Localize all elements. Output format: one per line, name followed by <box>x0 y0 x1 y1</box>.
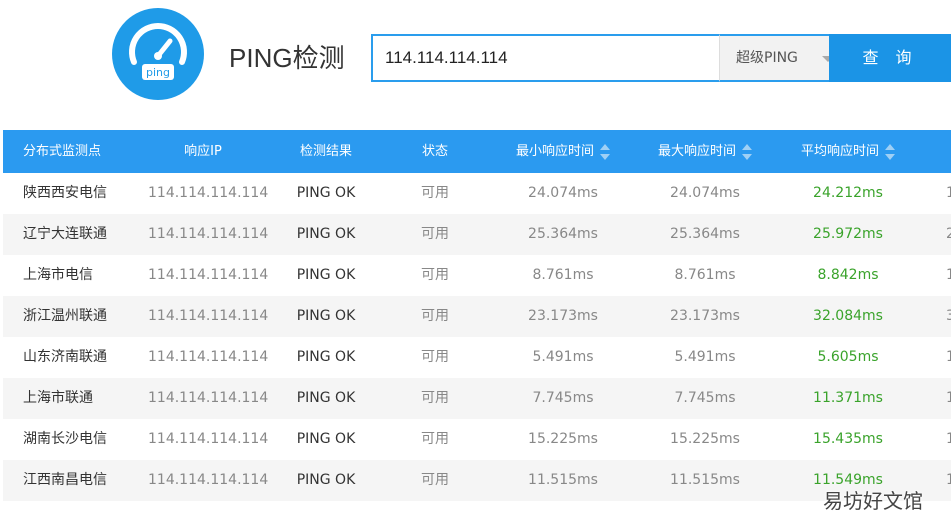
cell-avg-time: 24.212ms <box>813 185 883 201</box>
cell-max-time: 5.491ms <box>674 349 736 365</box>
cell-status: 可用 <box>421 185 449 201</box>
table-row: 上海市联通 114.114.114.114 PING OK 可用 7.745ms… <box>3 378 951 419</box>
cell-location: 浙江温州联通 <box>23 308 107 324</box>
search-input[interactable]: 114.114.114.114 <box>371 34 732 82</box>
cell-result: PING OK <box>296 267 356 283</box>
cell-ip: 114.114.114.114 <box>148 349 269 365</box>
cell-max-time: 23.173ms <box>670 308 740 324</box>
page-title: PING检测 <box>229 43 345 73</box>
cell-location: 上海市电信 <box>23 267 93 283</box>
watermark: 易坊好文馆 <box>823 489 923 513</box>
column-header-result: 检测结果 <box>299 144 352 159</box>
cell-status: 可用 <box>421 349 449 365</box>
cell-location: 山东济南联通 <box>23 349 107 365</box>
cell-result: PING OK <box>296 308 356 324</box>
cell-result: PING OK <box>296 390 356 406</box>
cell-result: PING OK <box>296 431 356 447</box>
cell-status: 可用 <box>421 267 449 283</box>
cell-max-time: 7.745ms <box>674 390 736 406</box>
cell-avg-time: 5.605ms <box>817 349 879 365</box>
search-button[interactable]: 查 询 <box>829 34 951 82</box>
cell-avg-time: 25.972ms <box>813 226 883 242</box>
ping-type-label: 超级PING <box>736 50 798 66</box>
search-bar: 114.114.114.114 超级PING 查 询 <box>371 34 951 82</box>
cell-min-time: 23.173ms <box>528 308 598 324</box>
cell-max-time: 8.761ms <box>674 267 736 283</box>
cell-location: 上海市联通 <box>23 390 93 406</box>
ping-type-select[interactable]: 超级PING <box>719 34 846 82</box>
cell-max-time: 11.515ms <box>670 472 740 488</box>
table-row: 湖南长沙电信 114.114.114.114 PING OK 可用 15.225… <box>3 419 951 460</box>
speedometer-icon: ping <box>129 23 187 80</box>
cell-trailing: 2 <box>946 226 951 242</box>
column-header-ip: 响应IP <box>184 144 222 159</box>
table-row: 江西南昌电信 114.114.114.114 PING OK 可用 11.515… <box>3 460 951 501</box>
cell-min-time: 24.074ms <box>528 185 598 201</box>
cell-avg-time: 11.371ms <box>813 390 883 406</box>
cell-status: 可用 <box>421 431 449 447</box>
cell-trailing: 1 <box>946 390 951 406</box>
column-header-max-time[interactable]: 最大响应时间 <box>650 130 760 173</box>
sort-arrows-icon[interactable] <box>885 143 895 160</box>
cell-trailing: 1 <box>946 267 951 283</box>
cell-min-time: 15.225ms <box>528 431 598 447</box>
column-header-location: 分布式监测点 <box>23 144 102 159</box>
cell-status: 可用 <box>421 226 449 242</box>
cell-avg-time: 15.435ms <box>813 431 883 447</box>
cell-max-time: 25.364ms <box>670 226 740 242</box>
cell-min-time: 5.491ms <box>532 349 594 365</box>
cell-trailing: 3 <box>946 308 951 324</box>
column-header-min-time[interactable]: 最小响应时间 <box>508 130 618 173</box>
cell-status: 可用 <box>421 390 449 406</box>
cell-location: 湖南长沙电信 <box>23 431 107 447</box>
column-header-avg-time[interactable]: 平均响应时间 <box>793 130 903 173</box>
cell-trailing: 1 <box>946 185 951 201</box>
logo-text: ping <box>146 66 170 79</box>
column-header-max-time-label: 最大响应时间 <box>657 144 736 159</box>
cell-ip: 114.114.114.114 <box>148 472 269 488</box>
cell-max-time: 24.074ms <box>670 185 740 201</box>
cell-avg-time: 8.842ms <box>817 267 879 283</box>
cell-result: PING OK <box>296 226 356 242</box>
sort-arrows-icon[interactable] <box>600 143 610 160</box>
cell-min-time: 25.364ms <box>528 226 598 242</box>
cell-ip: 114.114.114.114 <box>148 431 269 447</box>
table-row: 浙江温州联通 114.114.114.114 PING OK 可用 23.173… <box>3 296 951 337</box>
results-table: 分布式监测点 响应IP 检测结果 状态 最小响应时间 最大响应时间 平均响应时间… <box>3 130 951 501</box>
column-header-avg-time-label: 平均响应时间 <box>800 144 879 159</box>
cell-location: 辽宁大连联通 <box>23 226 107 242</box>
cell-location: 陕西西安电信 <box>23 185 107 201</box>
cell-status: 可用 <box>421 472 449 488</box>
cell-trailing: 1 <box>946 472 951 488</box>
cell-ip: 114.114.114.114 <box>148 390 269 406</box>
cell-status: 可用 <box>421 308 449 324</box>
cell-trailing: 1 <box>946 349 951 365</box>
column-header-min-time-label: 最小响应时间 <box>515 144 594 159</box>
cell-min-time: 7.745ms <box>532 390 594 406</box>
cell-ip: 114.114.114.114 <box>148 226 269 242</box>
cell-result: PING OK <box>296 472 356 488</box>
table-row: 辽宁大连联通 114.114.114.114 PING OK 可用 25.364… <box>3 214 951 255</box>
sort-arrows-icon[interactable] <box>742 143 752 160</box>
cell-location: 江西南昌电信 <box>23 472 107 488</box>
table-row: 山东济南联通 114.114.114.114 PING OK 可用 5.491m… <box>3 337 951 378</box>
table-row: 上海市电信 114.114.114.114 PING OK 可用 8.761ms… <box>3 255 951 296</box>
ping-logo: ping <box>112 8 204 100</box>
cell-max-time: 15.225ms <box>670 431 740 447</box>
cell-ip: 114.114.114.114 <box>148 267 269 283</box>
cell-trailing: 1 <box>946 431 951 447</box>
cell-ip: 114.114.114.114 <box>148 308 269 324</box>
cell-result: PING OK <box>296 349 356 365</box>
table-header: 分布式监测点 响应IP 检测结果 状态 最小响应时间 最大响应时间 平均响应时间 <box>3 130 951 173</box>
cell-min-time: 11.515ms <box>528 472 598 488</box>
cell-avg-time: 32.084ms <box>813 308 883 324</box>
cell-ip: 114.114.114.114 <box>148 185 269 201</box>
table-row: 陕西西安电信 114.114.114.114 PING OK 可用 24.074… <box>3 173 951 214</box>
cell-result: PING OK <box>296 185 356 201</box>
cell-min-time: 8.761ms <box>532 267 594 283</box>
column-header-status: 状态 <box>421 144 448 159</box>
